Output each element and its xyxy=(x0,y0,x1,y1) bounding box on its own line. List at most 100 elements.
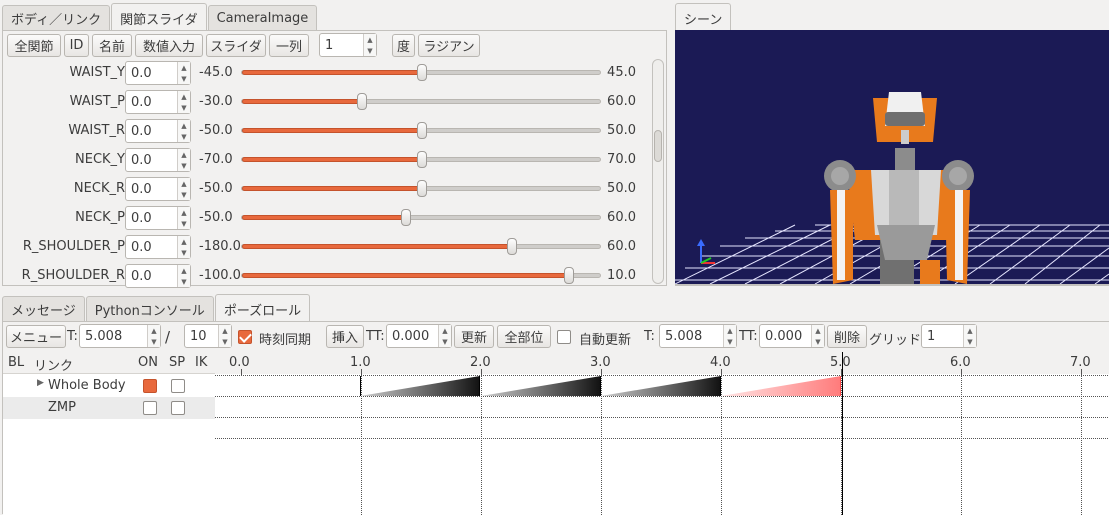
tt-spinbox[interactable]: 0.000 ▲ ▼ xyxy=(386,324,452,348)
joint-slider[interactable] xyxy=(241,64,601,81)
update-button[interactable]: 更新 xyxy=(454,325,494,348)
sp-checkbox[interactable] xyxy=(171,379,185,393)
spin-arrows-icon[interactable]: ▲ ▼ xyxy=(963,325,976,347)
keyframe-2-to-3[interactable] xyxy=(481,376,601,396)
auto-update-checkbox[interactable] xyxy=(557,330,571,344)
delete-button[interactable]: 削除 xyxy=(827,325,867,348)
joint-slider[interactable] xyxy=(241,122,601,139)
joint-name: WAIST_P xyxy=(69,94,125,109)
grid-label: グリッド: xyxy=(869,333,926,348)
on-checkbox[interactable] xyxy=(143,379,157,393)
tab-scene[interactable]: シーン xyxy=(675,3,732,32)
joint-slider[interactable] xyxy=(241,180,601,197)
joint-slider[interactable] xyxy=(241,267,601,284)
spin-arrows-icon[interactable]: ▲ ▼ xyxy=(723,325,736,347)
joint-list-scrollbar[interactable] xyxy=(652,59,664,284)
joint-slider[interactable] xyxy=(241,209,601,226)
joint-value-spinbox[interactable]: 0.0 ▲ ▼ xyxy=(125,148,191,172)
spin-arrows-icon[interactable]: ▲ ▼ xyxy=(177,207,190,229)
slider-knob[interactable] xyxy=(417,151,427,168)
spin-arrows-icon[interactable]: ▲ ▼ xyxy=(438,325,451,347)
slider-knob[interactable] xyxy=(564,267,575,284)
tab-pose-roll[interactable]: ポーズロール xyxy=(214,294,311,323)
tt2-spinbox[interactable]: 0.000 ▲ ▼ xyxy=(759,324,825,348)
slider-knob[interactable] xyxy=(417,122,427,139)
slider-knob[interactable] xyxy=(417,180,427,197)
joint-slider[interactable] xyxy=(241,238,601,255)
time2-spinbox[interactable]: 5.008 ▲ ▼ xyxy=(659,324,737,348)
tab-python-console[interactable]: Pythonコンソール xyxy=(85,296,214,322)
slider-fill xyxy=(242,186,422,191)
tab-messages[interactable]: メッセージ xyxy=(2,296,85,322)
joint-value: 0.0 xyxy=(131,239,152,255)
keyframe-3-to-4[interactable] xyxy=(601,376,721,396)
spin-arrows-icon[interactable]: ▲ ▼ xyxy=(177,236,190,258)
spin-arrows-icon[interactable]: ▲ ▼ xyxy=(218,325,231,347)
joint-min: -70.0 xyxy=(199,152,233,167)
time2-value: 5.008 xyxy=(665,328,703,344)
joint-slider[interactable] xyxy=(241,93,601,110)
tab-joint-slider[interactable]: 関節スライダ xyxy=(111,3,207,32)
spin-arrows-icon[interactable]: ▲ ▼ xyxy=(177,178,190,200)
on-checkbox[interactable] xyxy=(143,401,157,415)
link-table: BL リンク ON SP IK ▶ Whole Body ZMP xyxy=(3,352,215,515)
time-cursor[interactable] xyxy=(842,352,843,515)
slider-knob[interactable] xyxy=(507,238,517,255)
degree-toggle-button[interactable]: 度 xyxy=(392,34,415,57)
top-left-tabbar: ボディ／リンク 関節スライダ CameraImage xyxy=(2,2,318,32)
spin-arrows-icon[interactable]: ▲ ▼ xyxy=(177,91,190,113)
column-count-value: 1 xyxy=(325,37,334,53)
scene-3d-render xyxy=(675,92,1109,284)
slider-knob[interactable] xyxy=(417,64,427,81)
spin-arrows-icon[interactable]: ▲ ▼ xyxy=(363,34,376,56)
grid-spinbox[interactable]: 1 ▲ ▼ xyxy=(921,324,977,348)
joint-value: 0.0 xyxy=(131,210,152,226)
radian-toggle-button[interactable]: ラジアン xyxy=(418,34,480,57)
slider-knob[interactable] xyxy=(356,93,367,110)
total-time-spinbox[interactable]: 10 ▲ ▼ xyxy=(184,324,232,348)
table-row[interactable]: ZMP xyxy=(3,397,215,419)
name-toggle-button[interactable]: 名前 xyxy=(92,34,132,57)
time-spinbox[interactable]: 5.008 ▲ ▼ xyxy=(79,324,161,348)
all-parts-button[interactable]: 全部位 xyxy=(497,325,551,348)
id-toggle-button[interactable]: ID xyxy=(64,34,89,57)
joint-value: 0.0 xyxy=(131,181,152,197)
scrollbar-handle[interactable] xyxy=(654,130,662,162)
one-column-button[interactable]: 一列 xyxy=(269,34,309,57)
joint-value-spinbox[interactable]: 0.0 ▲ ▼ xyxy=(125,61,191,85)
spin-arrows-icon[interactable]: ▲ ▼ xyxy=(811,325,824,347)
table-row[interactable]: ▶ Whole Body xyxy=(3,375,215,397)
scene-divider xyxy=(675,284,1109,286)
joint-slider[interactable] xyxy=(241,151,601,168)
all-joints-button[interactable]: 全関節 xyxy=(7,34,61,57)
joint-value-spinbox[interactable]: 0.0 ▲ ▼ xyxy=(125,90,191,114)
scene-view[interactable] xyxy=(675,30,1109,284)
header-sp: SP xyxy=(169,355,186,370)
keyframe-4-to-5-selected[interactable] xyxy=(721,376,841,396)
expand-arrow-icon[interactable]: ▶ xyxy=(37,378,44,388)
column-count-spinbox[interactable]: 1 ▲ ▼ xyxy=(319,33,377,57)
joint-value-spinbox[interactable]: 0.0 ▲ ▼ xyxy=(125,235,191,259)
time-sync-checkbox[interactable] xyxy=(238,330,252,344)
sp-checkbox[interactable] xyxy=(171,401,185,415)
spin-arrows-icon[interactable]: ▲ ▼ xyxy=(177,62,190,84)
joint-value-spinbox[interactable]: 0.0 ▲ ▼ xyxy=(125,119,191,143)
slider-knob[interactable] xyxy=(400,209,411,226)
joint-value-spinbox[interactable]: 0.0 ▲ ▼ xyxy=(125,206,191,230)
spin-arrows-icon[interactable]: ▲ ▼ xyxy=(147,325,160,347)
timeline[interactable]: 0.0 1.0 2.0 3.0 4.0 5.0 6.0 7.0 xyxy=(215,352,1109,515)
spin-arrows-icon[interactable]: ▲ ▼ xyxy=(177,149,190,171)
insert-button[interactable]: 挿入 xyxy=(326,325,364,348)
joint-value-spinbox[interactable]: 0.0 ▲ ▼ xyxy=(125,264,191,288)
keyframe-1-to-2[interactable] xyxy=(360,376,480,396)
joint-row: WAIST_Y 0.0 ▲ ▼ -45.0 45.0 xyxy=(3,59,648,87)
slider-toggle-button[interactable]: スライダ xyxy=(206,34,266,57)
joint-row: R_SHOULDER_R 0.0 ▲ ▼ -100.0 10.0 xyxy=(3,262,648,290)
spin-arrows-icon[interactable]: ▲ ▼ xyxy=(177,265,190,287)
menu-button[interactable]: メニュー xyxy=(6,325,66,348)
tab-body-link[interactable]: ボディ／リンク xyxy=(2,5,111,31)
tab-camera-image[interactable]: CameraImage xyxy=(207,5,318,31)
spin-arrows-icon[interactable]: ▲ ▼ xyxy=(177,120,190,142)
joint-value-spinbox[interactable]: 0.0 ▲ ▼ xyxy=(125,177,191,201)
numeric-input-toggle-button[interactable]: 数値入力 xyxy=(135,34,203,57)
